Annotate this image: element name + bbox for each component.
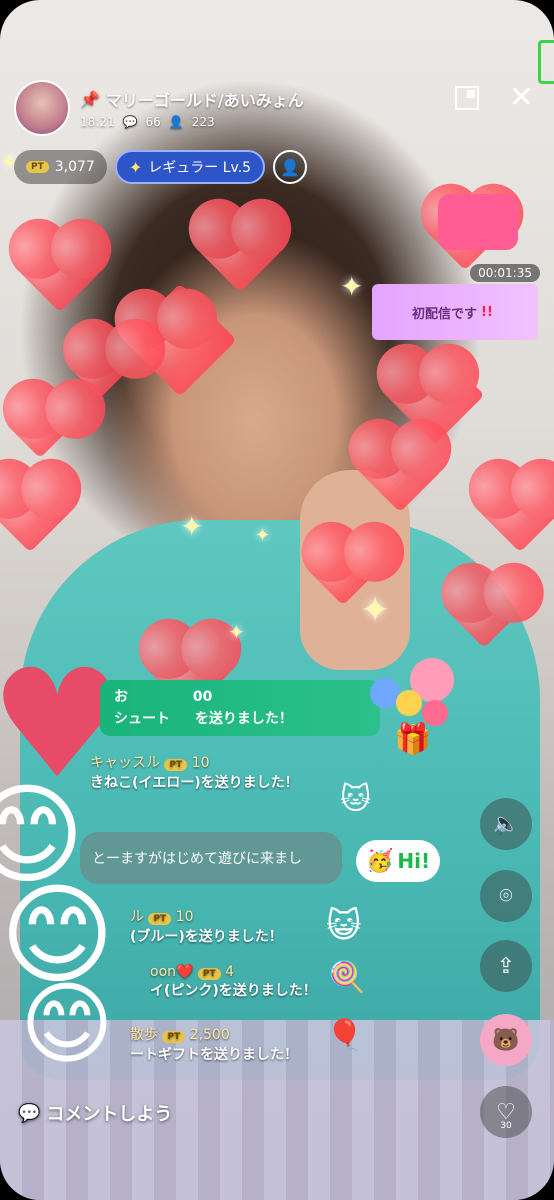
lucky-cat-icon: 🐱 xyxy=(340,782,372,817)
gift-box-icon: 🎁 xyxy=(394,722,432,757)
sparkle-icon: ✦ xyxy=(228,620,245,644)
rank-star-icon: ✦ xyxy=(128,157,143,177)
sparkle-icon: ✦ xyxy=(255,525,271,546)
screenshot-icon[interactable]: ⌾ xyxy=(480,870,532,922)
hi-text: Hi! xyxy=(397,849,431,873)
stream-meta: 18:21 💬 66 👤 223 xyxy=(80,115,304,129)
points-value: 3,077 xyxy=(54,159,95,175)
gift-notice-line1: お 00 xyxy=(114,686,366,708)
chat-text: ートギフトを送りました！ xyxy=(130,1047,298,1063)
chat-points: 10 xyxy=(175,909,194,925)
pt-badge: PT xyxy=(162,1031,186,1043)
floating-heart-icon xyxy=(477,467,554,553)
chat-text: (ブルー)を送りました！ xyxy=(130,929,283,945)
stream-header: 📌 マリーゴールド/あいみょん 18:21 💬 66 👤 223 xyxy=(14,78,344,138)
live-stream-screen: ✦ ✦ ✦ ✦ ✦ ✦ 📌 マリーゴールド/あいみょん 18:21 💬 66 👤… xyxy=(0,0,554,1200)
comment-count-icon: 💬 xyxy=(122,115,138,129)
like-count: 30 xyxy=(500,1121,512,1131)
rank-pill[interactable]: ✦ レギュラー Lv.5 xyxy=(114,150,266,184)
streamer-avatar[interactable] xyxy=(14,80,70,136)
chat-message: oon❤️ PT 4 イ(ピンク)を送りました！ xyxy=(150,964,317,1000)
chat-user: 散歩 xyxy=(130,1027,158,1043)
share-icon[interactable]: ⇪ xyxy=(480,940,532,992)
announcement-banner: 初配信です !! xyxy=(372,284,538,340)
user-icon[interactable]: 👤 xyxy=(273,150,308,184)
streamer-name[interactable]: マリーゴールド/あいみょん xyxy=(106,87,304,111)
lollipop-icon: 🍭 xyxy=(328,960,366,995)
chat-text: イ(ピンク)を送りました！ xyxy=(150,983,317,999)
comment-placeholder: コメントしよう xyxy=(46,1104,173,1125)
floating-heart-icon xyxy=(0,467,73,553)
pt-badge: PT xyxy=(164,759,188,771)
viewer-count: 223 xyxy=(191,115,215,129)
gift-notice-suffix: を送りました！ xyxy=(194,711,293,727)
stream-time: 18:21 xyxy=(80,115,115,129)
line-icon[interactable] xyxy=(538,40,554,84)
chat-points: 10 xyxy=(191,755,210,771)
chat-user: ル xyxy=(130,909,144,925)
comment-count: 66 xyxy=(145,115,161,129)
close-icon[interactable]: ✕ xyxy=(509,83,534,113)
top-controls: ✕ xyxy=(454,83,534,113)
floating-heart-icon xyxy=(11,401,69,459)
pin-icon: 📌 xyxy=(80,89,100,109)
volume-icon[interactable]: 🔈 xyxy=(480,798,532,850)
sparkle-icon: ✦ xyxy=(360,590,391,631)
gift-notice-value: 00 xyxy=(192,689,213,705)
banner-text: 初配信です xyxy=(412,306,478,322)
gift-notice: お 00 シュート を送りました！ xyxy=(100,680,380,736)
pt-badge: PT xyxy=(148,913,172,925)
chat-message: 散歩 PT 2,500 ートギフトを送りました！ xyxy=(130,1024,298,1064)
sparkle-icon: ✦ xyxy=(340,270,364,303)
chat-text: とーますがはじめて遊びに来まし xyxy=(92,851,302,867)
chat-user: キャッスル xyxy=(90,755,160,771)
gift-notice-line2: シュート を送りました！ xyxy=(114,708,366,730)
sparkle-icon: ✦ xyxy=(180,510,204,543)
pt-badge: PT xyxy=(26,161,49,173)
pip-icon[interactable] xyxy=(454,86,479,110)
chat-bubble: とーますがはじめて遊びに来まし xyxy=(80,832,342,884)
bear-gift-icon[interactable]: 🐻 xyxy=(480,1014,532,1066)
chat-points: 2,500 xyxy=(189,1027,230,1043)
balloon-gift-icon: 🎈 xyxy=(326,1018,364,1053)
chat-points: 4 xyxy=(225,964,235,980)
chat-message: キャッスル PT 10 きねこ(イエロー)を送りました！ xyxy=(90,752,299,792)
floating-heart-icon xyxy=(17,227,103,313)
stats-bar: PT 3,077 ✦ レギュラー Lv.5 👤 xyxy=(14,150,308,184)
comment-bubble-icon: 💬 xyxy=(18,1102,41,1124)
smile-emoji-icon: 😊 xyxy=(20,972,114,1077)
stream-info: 📌 マリーゴールド/あいみょん 18:21 💬 66 👤 223 xyxy=(80,87,304,130)
gift-notice-item: シュート xyxy=(114,711,170,727)
like-button[interactable]: ♡ 30 xyxy=(480,1086,532,1138)
gift-notice-user: お xyxy=(114,689,128,705)
event-timer: 00:01:35 xyxy=(470,264,540,282)
comment-input[interactable]: 💬 コメントしよう xyxy=(18,1100,172,1126)
points-pill[interactable]: PT 3,077 xyxy=(14,150,107,184)
balloon-gift-icon: 🎁 xyxy=(370,650,460,757)
banner-mark: !! xyxy=(481,304,493,320)
viewer-icon: 👤 xyxy=(168,115,184,129)
chat-message: ル PT 10 (ブルー)を送りました！ xyxy=(130,906,283,946)
floating-heart-icon xyxy=(197,207,283,293)
event-card[interactable] xyxy=(438,194,518,250)
chat-user: oon❤️ xyxy=(150,964,194,980)
pt-badge: PT xyxy=(197,968,221,980)
party-emoji-icon: 🥳 xyxy=(365,848,394,874)
chat-text: きねこ(イエロー)を送りました！ xyxy=(90,775,299,791)
lucky-cat-icon: 😺 xyxy=(326,906,362,946)
rank-label: レギュラー Lv.5 xyxy=(148,160,252,176)
title-row: 📌 マリーゴールド/あいみょん xyxy=(80,87,304,111)
hi-sticker[interactable]: 🥳 Hi! xyxy=(356,840,440,882)
